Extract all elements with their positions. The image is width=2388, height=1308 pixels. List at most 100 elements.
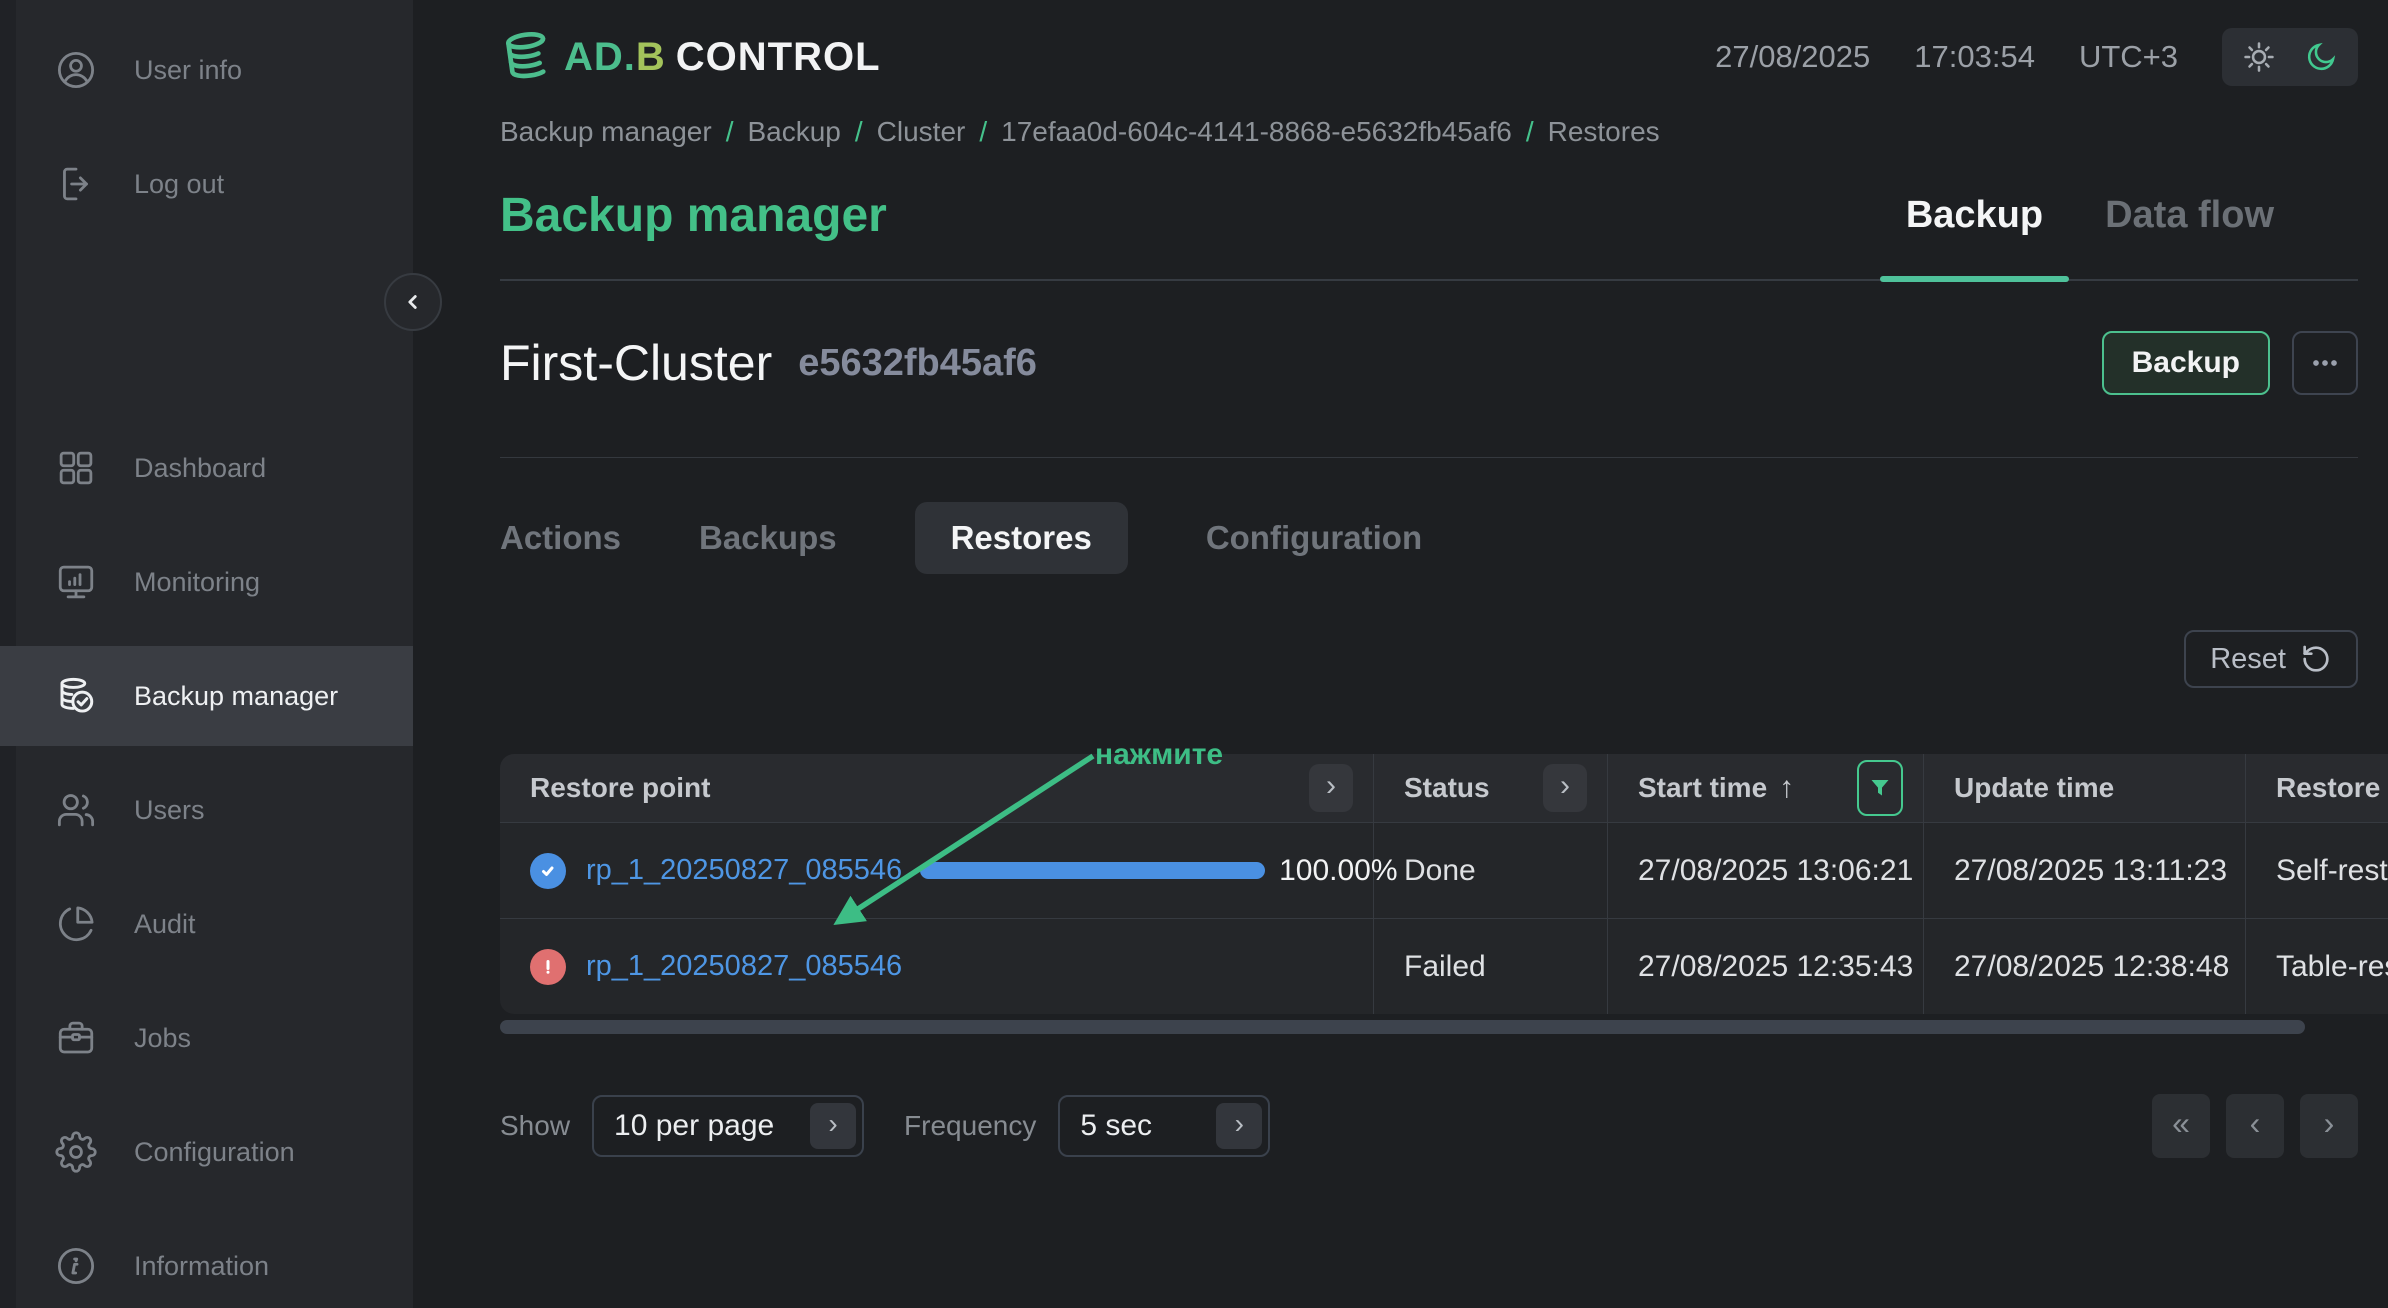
tab-data-flow[interactable]: Data flow (2079, 188, 2300, 279)
column-header-restore-type: Restore t (2276, 772, 2388, 803)
previous-page-button[interactable]: ‹ (2226, 1094, 2284, 1158)
subtabs: Actions Backups Restores Configuration (500, 502, 2358, 574)
breadcrumb-separator: / (854, 116, 863, 147)
pager-controls: « ‹ › (2152, 1094, 2358, 1158)
chevron-left-icon (408, 295, 417, 309)
cell-restore-point: rp_1_20250827_085546 (500, 919, 1374, 1014)
cluster-actions: Backup (2101, 331, 2358, 395)
subtab-restores[interactable]: Restores (914, 502, 1128, 574)
sidebar-item-monitoring[interactable]: Monitoring (0, 532, 413, 632)
title-row: Backup manager Backup Data flow (500, 188, 2358, 282)
sidebar-item-label: User info (134, 54, 243, 85)
dots-horizontal-icon (2313, 360, 2337, 366)
sidebar-item-jobs[interactable]: Jobs (0, 988, 413, 1088)
current-time: 17:03:54 (1914, 39, 2035, 74)
column-header-start-time: Start time ↑ (1608, 754, 1924, 822)
sidebar-item-label: Dashboard (134, 452, 267, 483)
sidebar-item-label: Audit (134, 908, 196, 939)
annotation-text: нажмите (1095, 738, 1224, 771)
backup-button[interactable]: Backup (2101, 331, 2270, 395)
chevron-right-icon: › (828, 1108, 838, 1139)
breadcrumb: Backup manager / Backup / Cluster / 17ef… (500, 116, 2358, 148)
breadcrumb-backup[interactable]: Backup (747, 116, 840, 148)
progress-bar (920, 862, 1266, 879)
cell-status: Failed (1374, 919, 1608, 1014)
tab-backup[interactable]: Backup (1879, 188, 2070, 282)
column-expand-button[interactable]: › (1309, 764, 1353, 812)
sort-ascending-icon[interactable]: ↑ (1779, 771, 1794, 805)
sidebar-item-user-info[interactable]: User info (0, 20, 413, 120)
double-chevron-left-icon: « (2172, 1104, 2190, 1141)
rotate-ccw-icon (2303, 645, 2329, 672)
sidebar-item-information[interactable]: Information (0, 1216, 413, 1308)
sidebar-collapse-button[interactable] (384, 273, 442, 331)
main-content: AD.B CONTROL 27/08/2025 17:03:54 UTC+3 Ba… (413, 0, 2388, 1308)
sidebar-item-audit[interactable]: Audit (0, 874, 413, 974)
logo-database-icon (506, 32, 546, 79)
logo-text: AD.B CONTROL (564, 34, 881, 79)
sidebar-item-users[interactable]: Users (0, 760, 413, 860)
audit-pie-icon (54, 902, 98, 946)
column-header-status: Status › (1374, 754, 1608, 822)
sidebar-item-label: Configuration (134, 1136, 295, 1167)
sidebar-item-label: Information (134, 1250, 270, 1281)
select-open-button[interactable]: › (1216, 1103, 1263, 1149)
sidebar-item-configuration[interactable]: Configuration (0, 1102, 413, 1202)
theme-toggle (2222, 28, 2358, 86)
table-header-row: Restore point › Status › Start time ↑ Up… (500, 754, 2388, 822)
breadcrumb-separator: / (979, 116, 988, 147)
chevron-right-icon: › (2323, 1104, 2335, 1141)
cell-update-time: 27/08/2025 12:38:48 (1924, 919, 2246, 1014)
error-exclamation-icon (530, 948, 566, 985)
topbar-right: 27/08/2025 17:03:54 UTC+3 (1715, 28, 2358, 86)
sidebar-item-label: Monitoring (134, 566, 261, 597)
breadcrumb-backup-manager[interactable]: Backup manager (500, 116, 712, 148)
breadcrumb-cluster[interactable]: Cluster (877, 116, 966, 148)
more-actions-button[interactable] (2292, 331, 2358, 395)
subtab-configuration[interactable]: Configuration (1206, 502, 1422, 574)
frequency-select[interactable]: 5 sec › (1058, 1095, 1271, 1157)
sidebar: User info Log out Dashboard Monitoring B… (0, 0, 413, 1308)
configuration-gear-icon (54, 1130, 98, 1174)
topbar: AD.B CONTROL 27/08/2025 17:03:54 UTC+3 (500, 24, 2358, 90)
sidebar-item-label: Users (134, 794, 205, 825)
breadcrumb-restores[interactable]: Restores (1548, 116, 1660, 148)
column-expand-button[interactable]: › (1543, 764, 1587, 812)
sidebar-item-label: Backup manager (134, 680, 339, 711)
sidebar-item-label: Log out (134, 168, 225, 199)
table-toolbar: Reset (500, 630, 2358, 688)
restore-point-link[interactable]: rp_1_20250827_085546 (586, 950, 902, 983)
cell-status: Done (1374, 823, 1608, 918)
timezone: UTC+3 (2078, 39, 2178, 74)
cell-restore-point: rp_1_20250827_085546 100.00% (500, 823, 1398, 918)
sidebar-item-log-out[interactable]: Log out (0, 134, 413, 234)
light-theme-sun-icon[interactable] (2242, 40, 2276, 74)
sidebar-item-dashboard[interactable]: Dashboard (0, 418, 413, 518)
frequency-value: 5 sec (1080, 1109, 1153, 1142)
sidebar-item-backup-manager[interactable]: Backup manager (0, 646, 413, 746)
cluster-id: e5632fb45af6 (798, 341, 1037, 384)
subtab-backups[interactable]: Backups (699, 502, 837, 574)
app-logo: AD.B CONTROL (500, 29, 881, 85)
sidebar-item-label: Jobs (134, 1022, 192, 1053)
page-size-select[interactable]: 10 per page › (592, 1095, 865, 1157)
backup-manager-icon (54, 674, 98, 718)
chevron-left-icon: ‹ (2249, 1104, 2261, 1141)
current-date: 27/08/2025 (1715, 39, 1871, 74)
next-page-button[interactable]: › (2300, 1094, 2358, 1158)
breadcrumb-cluster-id[interactable]: 17efaa0d-604c-4141-8868-e5632fb45af6 (1001, 116, 1512, 148)
dark-theme-moon-icon[interactable] (2304, 40, 2338, 74)
cell-restore-type: Self-resto (2276, 853, 2388, 887)
first-page-button[interactable]: « (2152, 1094, 2210, 1158)
reset-button[interactable]: Reset (2184, 630, 2358, 688)
filter-button[interactable] (1857, 760, 1903, 816)
subtab-actions[interactable]: Actions (500, 502, 621, 574)
cell-start-time: 27/08/2025 13:06:21 (1608, 823, 1924, 918)
monitoring-icon (54, 560, 98, 604)
restore-point-link[interactable]: rp_1_20250827_085546 (586, 854, 902, 887)
select-open-button[interactable]: › (810, 1103, 857, 1149)
column-header-restore-point: Restore point › (500, 754, 1374, 822)
chevron-right-icon: › (1234, 1108, 1244, 1139)
horizontal-scrollbar[interactable] (500, 1020, 2305, 1034)
show-label: Show (500, 1110, 571, 1141)
